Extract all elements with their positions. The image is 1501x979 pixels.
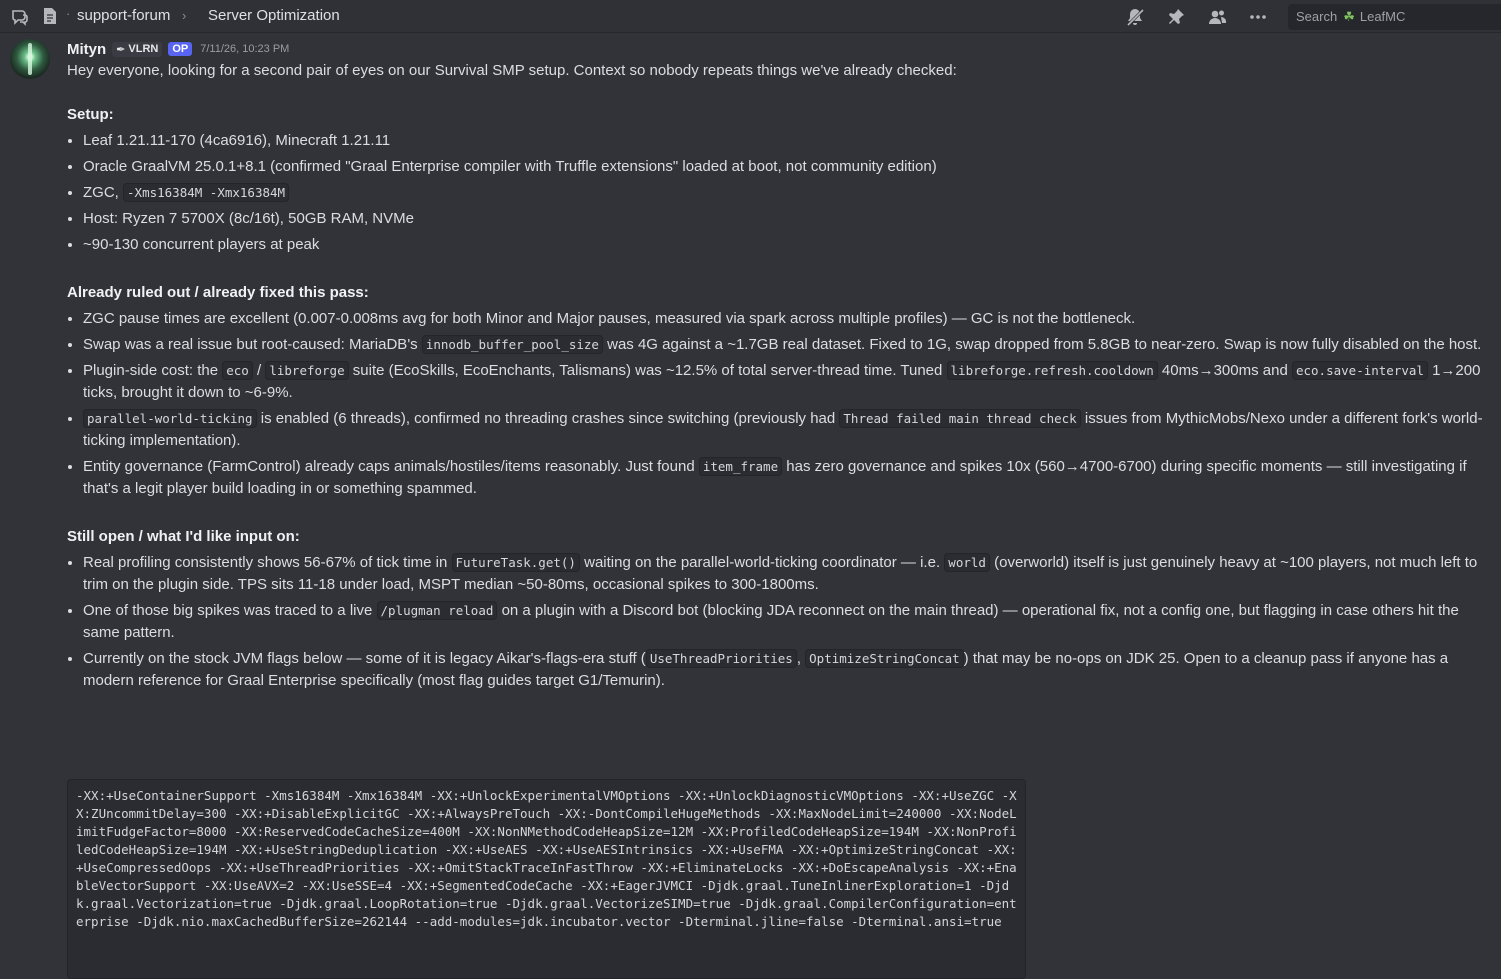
more-options-icon[interactable]: [1247, 6, 1269, 28]
inline-code: libreforge: [265, 361, 349, 380]
inline-code: eco: [222, 361, 253, 380]
mute-notifications-icon[interactable]: [1124, 6, 1146, 28]
inline-code: eco.save-interval: [1291, 361, 1428, 380]
pin-icon[interactable]: [1165, 6, 1187, 28]
inline-code: parallel-world-ticking: [83, 409, 257, 428]
message-body: Hey everyone, looking for a second pair …: [67, 60, 1497, 696]
threads-icon[interactable]: [10, 7, 30, 27]
inline-code: UseThreadPriorities: [645, 649, 797, 668]
list-item: parallel-world-ticking is enabled (6 thr…: [83, 408, 1497, 452]
list-item: ZGC pause times are excellent (0.007-0.0…: [83, 308, 1497, 330]
still-open-heading: Still open / what I'd like input on:: [67, 528, 300, 545]
setup-list: Leaf 1.21.11-170 (4ca6916), Minecraft 1.…: [67, 130, 1497, 256]
list-text: ZGC,: [83, 184, 119, 201]
still-open-list: Real profiling consistently shows 56-67%…: [67, 552, 1497, 692]
server-name: LeafMC: [1359, 9, 1406, 24]
setup-heading: Setup:: [67, 106, 114, 123]
list-item: Swap was a real issue but root-caused: M…: [83, 334, 1497, 356]
list-text: Real profiling consistently shows 56-67%…: [83, 554, 448, 571]
code-block[interactable]: -XX:+UseContainerSupport -Xms16384M -Xmx…: [67, 779, 1026, 979]
list-item: Currently on the stock JVM flags below —…: [83, 648, 1497, 692]
search-input[interactable]: Search ☘ LeafMC: [1288, 3, 1501, 30]
forum-post-icon: [41, 7, 59, 25]
avatar[interactable]: [10, 39, 50, 79]
timestamp: 7/11/26, 10:23 PM: [200, 43, 290, 55]
inline-code: /plugman reload: [376, 601, 498, 620]
search-placeholder: Search: [1296, 9, 1338, 24]
list-item: Oracle GraalVM 25.0.1+8.1 (confirmed "Gr…: [83, 156, 1497, 178]
role-tag: ✒ VLRN: [112, 41, 163, 57]
list-item: One of those big spikes was traced to a …: [83, 600, 1497, 644]
list-text: ,: [796, 650, 801, 667]
op-badge: OP: [168, 42, 193, 56]
list-text: waiting on the parallel-world-ticking co…: [584, 554, 941, 571]
inline-code: libreforge.refresh.cooldown: [946, 361, 1158, 380]
list-text: Entity governance (FarmControl) already …: [83, 458, 695, 475]
inline-code: Thread failed main thread check: [839, 409, 1081, 428]
intro-text: Hey everyone, looking for a second pair …: [67, 62, 957, 79]
list-item: Real profiling consistently shows 56-67%…: [83, 552, 1497, 596]
author-name[interactable]: Mityn: [67, 41, 106, 58]
list-item: Plugin-side cost: the eco / libreforge s…: [83, 360, 1497, 404]
channel-header: · support-forum › Server Optimization Se…: [0, 0, 1501, 33]
inline-code: -Xms16384M -Xmx16384M: [123, 183, 290, 202]
inline-code: OptimizeStringConcat: [805, 649, 964, 668]
list-text: Currently on the stock JVM flags below —…: [83, 650, 646, 667]
inline-code: world: [944, 553, 990, 572]
list-item: Leaf 1.21.11-170 (4ca6916), Minecraft 1.…: [83, 130, 1497, 152]
members-icon[interactable]: [1206, 6, 1228, 28]
tag-icon: ✒: [116, 43, 126, 56]
breadcrumb-channel[interactable]: support-forum: [77, 7, 170, 24]
list-text: suite (EcoSkills, EcoEnchants, Talismans…: [352, 362, 943, 379]
message-header: Mityn ✒ VLRN OP 7/11/26, 10:23 PM: [67, 40, 289, 58]
list-item: Entity governance (FarmControl) already …: [83, 456, 1497, 500]
inline-code: innodb_buffer_pool_size: [421, 335, 603, 354]
list-text: 40ms→300ms and: [1161, 362, 1288, 379]
leaf-icon: ☘: [1343, 8, 1355, 24]
list-text: /: [257, 362, 262, 379]
list-item: ZGC, -Xms16384M -Xmx16384M: [83, 182, 1497, 204]
chevron-right-icon: ›: [182, 8, 187, 23]
list-text: Plugin-side cost: the: [83, 362, 219, 379]
list-text: One of those big spikes was traced to a …: [83, 602, 373, 619]
list-text: is enabled (6 threads), confirmed no thr…: [260, 410, 836, 427]
list-item: Host: Ryzen 7 5700X (8c/16t), 50GB RAM, …: [83, 208, 1497, 230]
ruled-out-heading: Already ruled out / already fixed this p…: [67, 284, 369, 301]
list-text: Swap was a real issue but root-caused: M…: [83, 336, 418, 353]
ruled-out-list: ZGC pause times are excellent (0.007-0.0…: [67, 308, 1497, 500]
inline-code: FutureTask.get(): [451, 553, 580, 572]
role-tag-label: VLRN: [128, 43, 159, 55]
inline-code: item_frame: [698, 457, 783, 476]
thread-title: Server Optimization: [208, 7, 340, 24]
list-item: ~90-130 concurrent players at peak: [83, 234, 1497, 256]
list-text: was 4G against a ~1.7GB real dataset. Fi…: [607, 336, 1482, 353]
